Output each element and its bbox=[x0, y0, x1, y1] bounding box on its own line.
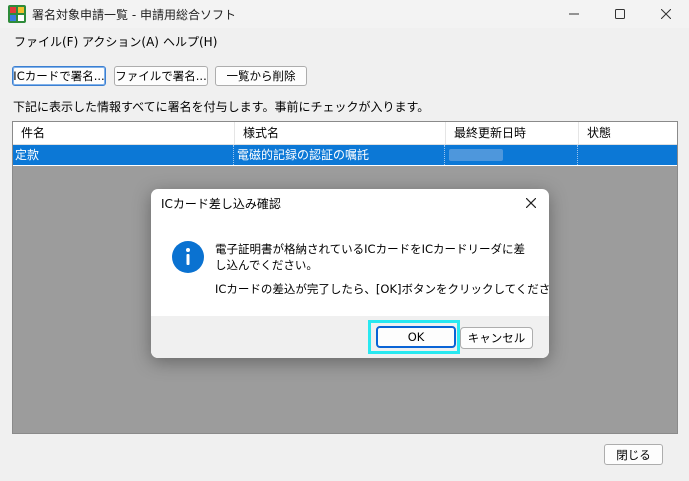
maximize-icon bbox=[615, 9, 625, 19]
close-icon bbox=[661, 9, 671, 19]
column-header-status[interactable]: 状態 bbox=[579, 122, 677, 144]
maximize-button[interactable] bbox=[597, 0, 643, 28]
menu-action[interactable]: アクション(A) bbox=[82, 33, 159, 50]
sign-with-ic-card-button[interactable]: ICカードで署名... bbox=[12, 66, 106, 86]
list-header: 件名 様式名 最終更新日時 状態 bbox=[13, 122, 677, 145]
sign-with-file-button[interactable]: ファイルで署名... bbox=[114, 66, 208, 86]
close-icon bbox=[526, 198, 536, 208]
description-text: 下記に表示した情報すべてに署名を付与します。事前にチェックが入ります。 bbox=[13, 100, 430, 114]
cancel-button[interactable]: キャンセル bbox=[460, 327, 533, 349]
app-icon bbox=[8, 5, 26, 23]
ic-card-confirm-dialog: ICカード差し込み確認 電子証明書が格納されているICカードをICカードリーダに… bbox=[151, 189, 549, 358]
minimize-button[interactable] bbox=[551, 0, 597, 28]
dialog-footer: OK キャンセル bbox=[151, 316, 549, 358]
info-icon bbox=[172, 241, 204, 273]
cell-updated bbox=[444, 145, 577, 165]
window-title: 署名対象申請一覧 - 申請用総合ソフト bbox=[32, 8, 236, 22]
dialog-message-1: 電子証明書が格納されているICカードをICカードリーダに差し込んでください。 bbox=[215, 242, 525, 272]
column-header-name[interactable]: 件名 bbox=[13, 122, 235, 144]
minimize-icon bbox=[569, 13, 579, 15]
table-row[interactable]: 定款 電磁的記録の認証の嘱託 bbox=[13, 145, 677, 165]
dialog-close-button[interactable] bbox=[521, 193, 541, 213]
remove-from-list-button[interactable]: 一覧から削除 bbox=[215, 66, 307, 86]
main-window: 署名対象申請一覧 - 申請用総合ソフト ファイル(F) アクション(A) ヘルプ… bbox=[0, 0, 689, 481]
dialog-title: ICカード差し込み確認 bbox=[161, 197, 281, 211]
title-bar: 署名対象申請一覧 - 申請用総合ソフト bbox=[0, 0, 689, 28]
cell-name: 定款 bbox=[15, 148, 40, 162]
ok-button[interactable]: OK bbox=[376, 326, 456, 348]
column-header-updated[interactable]: 最終更新日時 bbox=[446, 122, 579, 144]
close-button[interactable]: 閉じる bbox=[604, 444, 663, 465]
menu-help[interactable]: ヘルプ(H) bbox=[163, 33, 217, 50]
column-header-format[interactable]: 様式名 bbox=[235, 122, 446, 144]
cell-status bbox=[577, 145, 677, 165]
redacted-value bbox=[449, 149, 503, 161]
menu-bar: ファイル(F) アクション(A) ヘルプ(H) bbox=[0, 28, 689, 52]
menu-file[interactable]: ファイル(F) bbox=[14, 33, 78, 50]
window-close-button[interactable] bbox=[643, 0, 689, 28]
cell-format: 電磁的記録の認証の嘱託 bbox=[233, 145, 444, 165]
dialog-message-2: ICカードの差込が完了したら、[OK]ボタンをクリックしてください。 bbox=[215, 282, 549, 296]
